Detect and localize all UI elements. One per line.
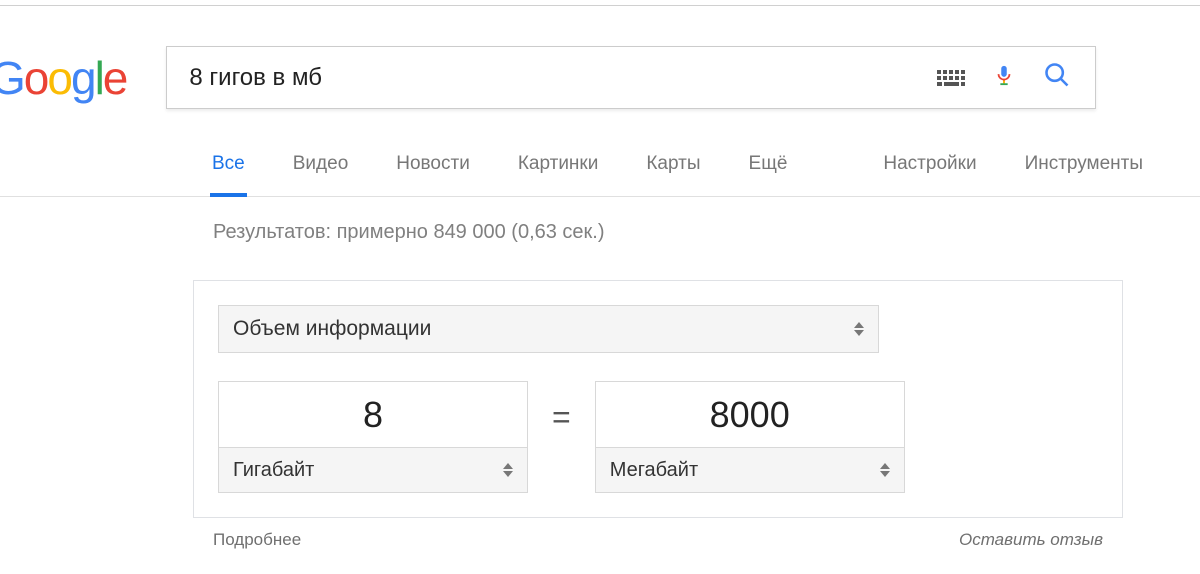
- keyboard-icon[interactable]: [937, 68, 965, 88]
- tab-more[interactable]: Ещё: [747, 143, 790, 193]
- to-unit-label: Мегабайт: [610, 459, 698, 482]
- unit-converter-card: Объем информации Гигабайт = Мегабайт: [193, 280, 1123, 518]
- updown-icon: [503, 463, 513, 477]
- from-value-field[interactable]: [219, 382, 527, 447]
- more-link[interactable]: Подробнее: [213, 530, 301, 550]
- to-value-input[interactable]: [595, 381, 905, 447]
- search-icon[interactable]: [1043, 61, 1071, 94]
- result-stats: Результатов: примерно 849 000 (0,63 сек.…: [0, 197, 1200, 280]
- tab-news[interactable]: Новости: [394, 143, 472, 193]
- tab-images[interactable]: Картинки: [516, 143, 601, 193]
- converter-footer: Подробнее Оставить отзыв: [193, 518, 1123, 550]
- tabs-bar: Все Видео Новости Картинки Карты Ещё Нас…: [0, 143, 1200, 197]
- from-unit-select[interactable]: Гигабайт: [218, 447, 528, 493]
- from-unit-label: Гигабайт: [233, 459, 314, 482]
- tab-tools[interactable]: Инструменты: [1023, 143, 1145, 193]
- search-input[interactable]: [167, 47, 937, 108]
- search-box: [166, 46, 1096, 109]
- tab-all[interactable]: Все: [210, 143, 247, 197]
- tab-maps[interactable]: Карты: [644, 143, 702, 193]
- feedback-link[interactable]: Оставить отзыв: [959, 530, 1103, 550]
- to-unit-select[interactable]: Мегабайт: [595, 447, 905, 493]
- tab-video[interactable]: Видео: [291, 143, 351, 193]
- mic-icon[interactable]: [993, 61, 1015, 94]
- google-logo[interactable]: Google: [0, 51, 126, 105]
- from-value-input[interactable]: [218, 381, 528, 447]
- updown-icon: [854, 322, 864, 336]
- equals-sign: =: [546, 399, 577, 476]
- to-value-field[interactable]: [596, 382, 904, 447]
- to-column: Мегабайт: [595, 381, 905, 493]
- tab-settings[interactable]: Настройки: [881, 143, 978, 193]
- from-column: Гигабайт: [218, 381, 528, 493]
- updown-icon: [880, 463, 890, 477]
- category-select[interactable]: Объем информации: [218, 305, 879, 353]
- header: Google Все Видео Новости: [0, 6, 1200, 197]
- category-label: Объем информации: [233, 317, 431, 341]
